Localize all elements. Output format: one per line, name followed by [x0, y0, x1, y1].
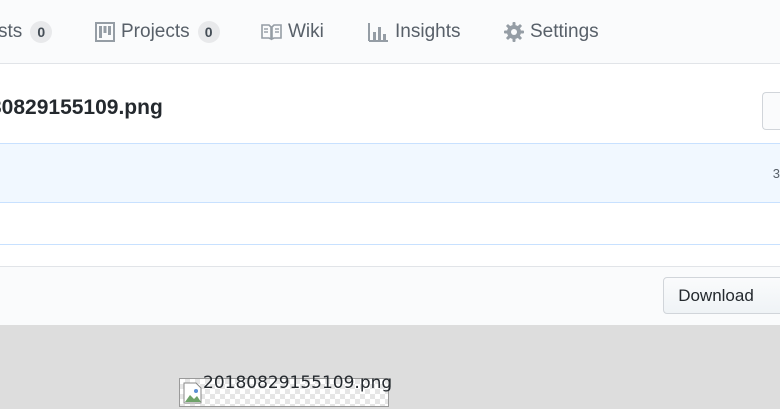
broken-image-icon [183, 382, 202, 404]
tab-issues-label: sts [0, 21, 23, 42]
file-name: 30829155109.png [0, 96, 163, 119]
commit-sha-fragment[interactable]: 3 [773, 166, 780, 181]
tab-settings[interactable]: Settings [504, 0, 599, 64]
repo-nav: sts 0 Projects 0 Wiki Insights Settings [0, 0, 780, 64]
gear-icon [504, 22, 524, 42]
tab-projects[interactable]: Projects 0 [95, 0, 220, 64]
find-file-button[interactable] [762, 92, 780, 130]
contributors-row [0, 203, 780, 245]
tab-projects-label: Projects [121, 21, 190, 42]
issues-counter: 0 [30, 21, 53, 43]
image-frame: 20180829155109.png [179, 373, 392, 407]
tab-wiki[interactable]: Wiki [261, 0, 324, 64]
tab-insights-label: Insights [395, 21, 461, 42]
tab-settings-label: Settings [530, 21, 599, 42]
image-alt-text: 20180829155109.png [203, 373, 393, 393]
history-button[interactable] [768, 277, 780, 314]
projects-counter: 0 [197, 21, 220, 43]
image-viewer [0, 325, 780, 409]
project-icon [95, 22, 115, 42]
tab-issues[interactable]: sts 0 [0, 0, 53, 64]
book-icon [261, 24, 282, 41]
tab-insights[interactable]: Insights [368, 0, 460, 64]
commit-tease [0, 143, 780, 203]
download-button[interactable]: Download [663, 277, 769, 314]
tab-wiki-label: Wiki [288, 21, 324, 42]
graph-icon [368, 23, 388, 42]
